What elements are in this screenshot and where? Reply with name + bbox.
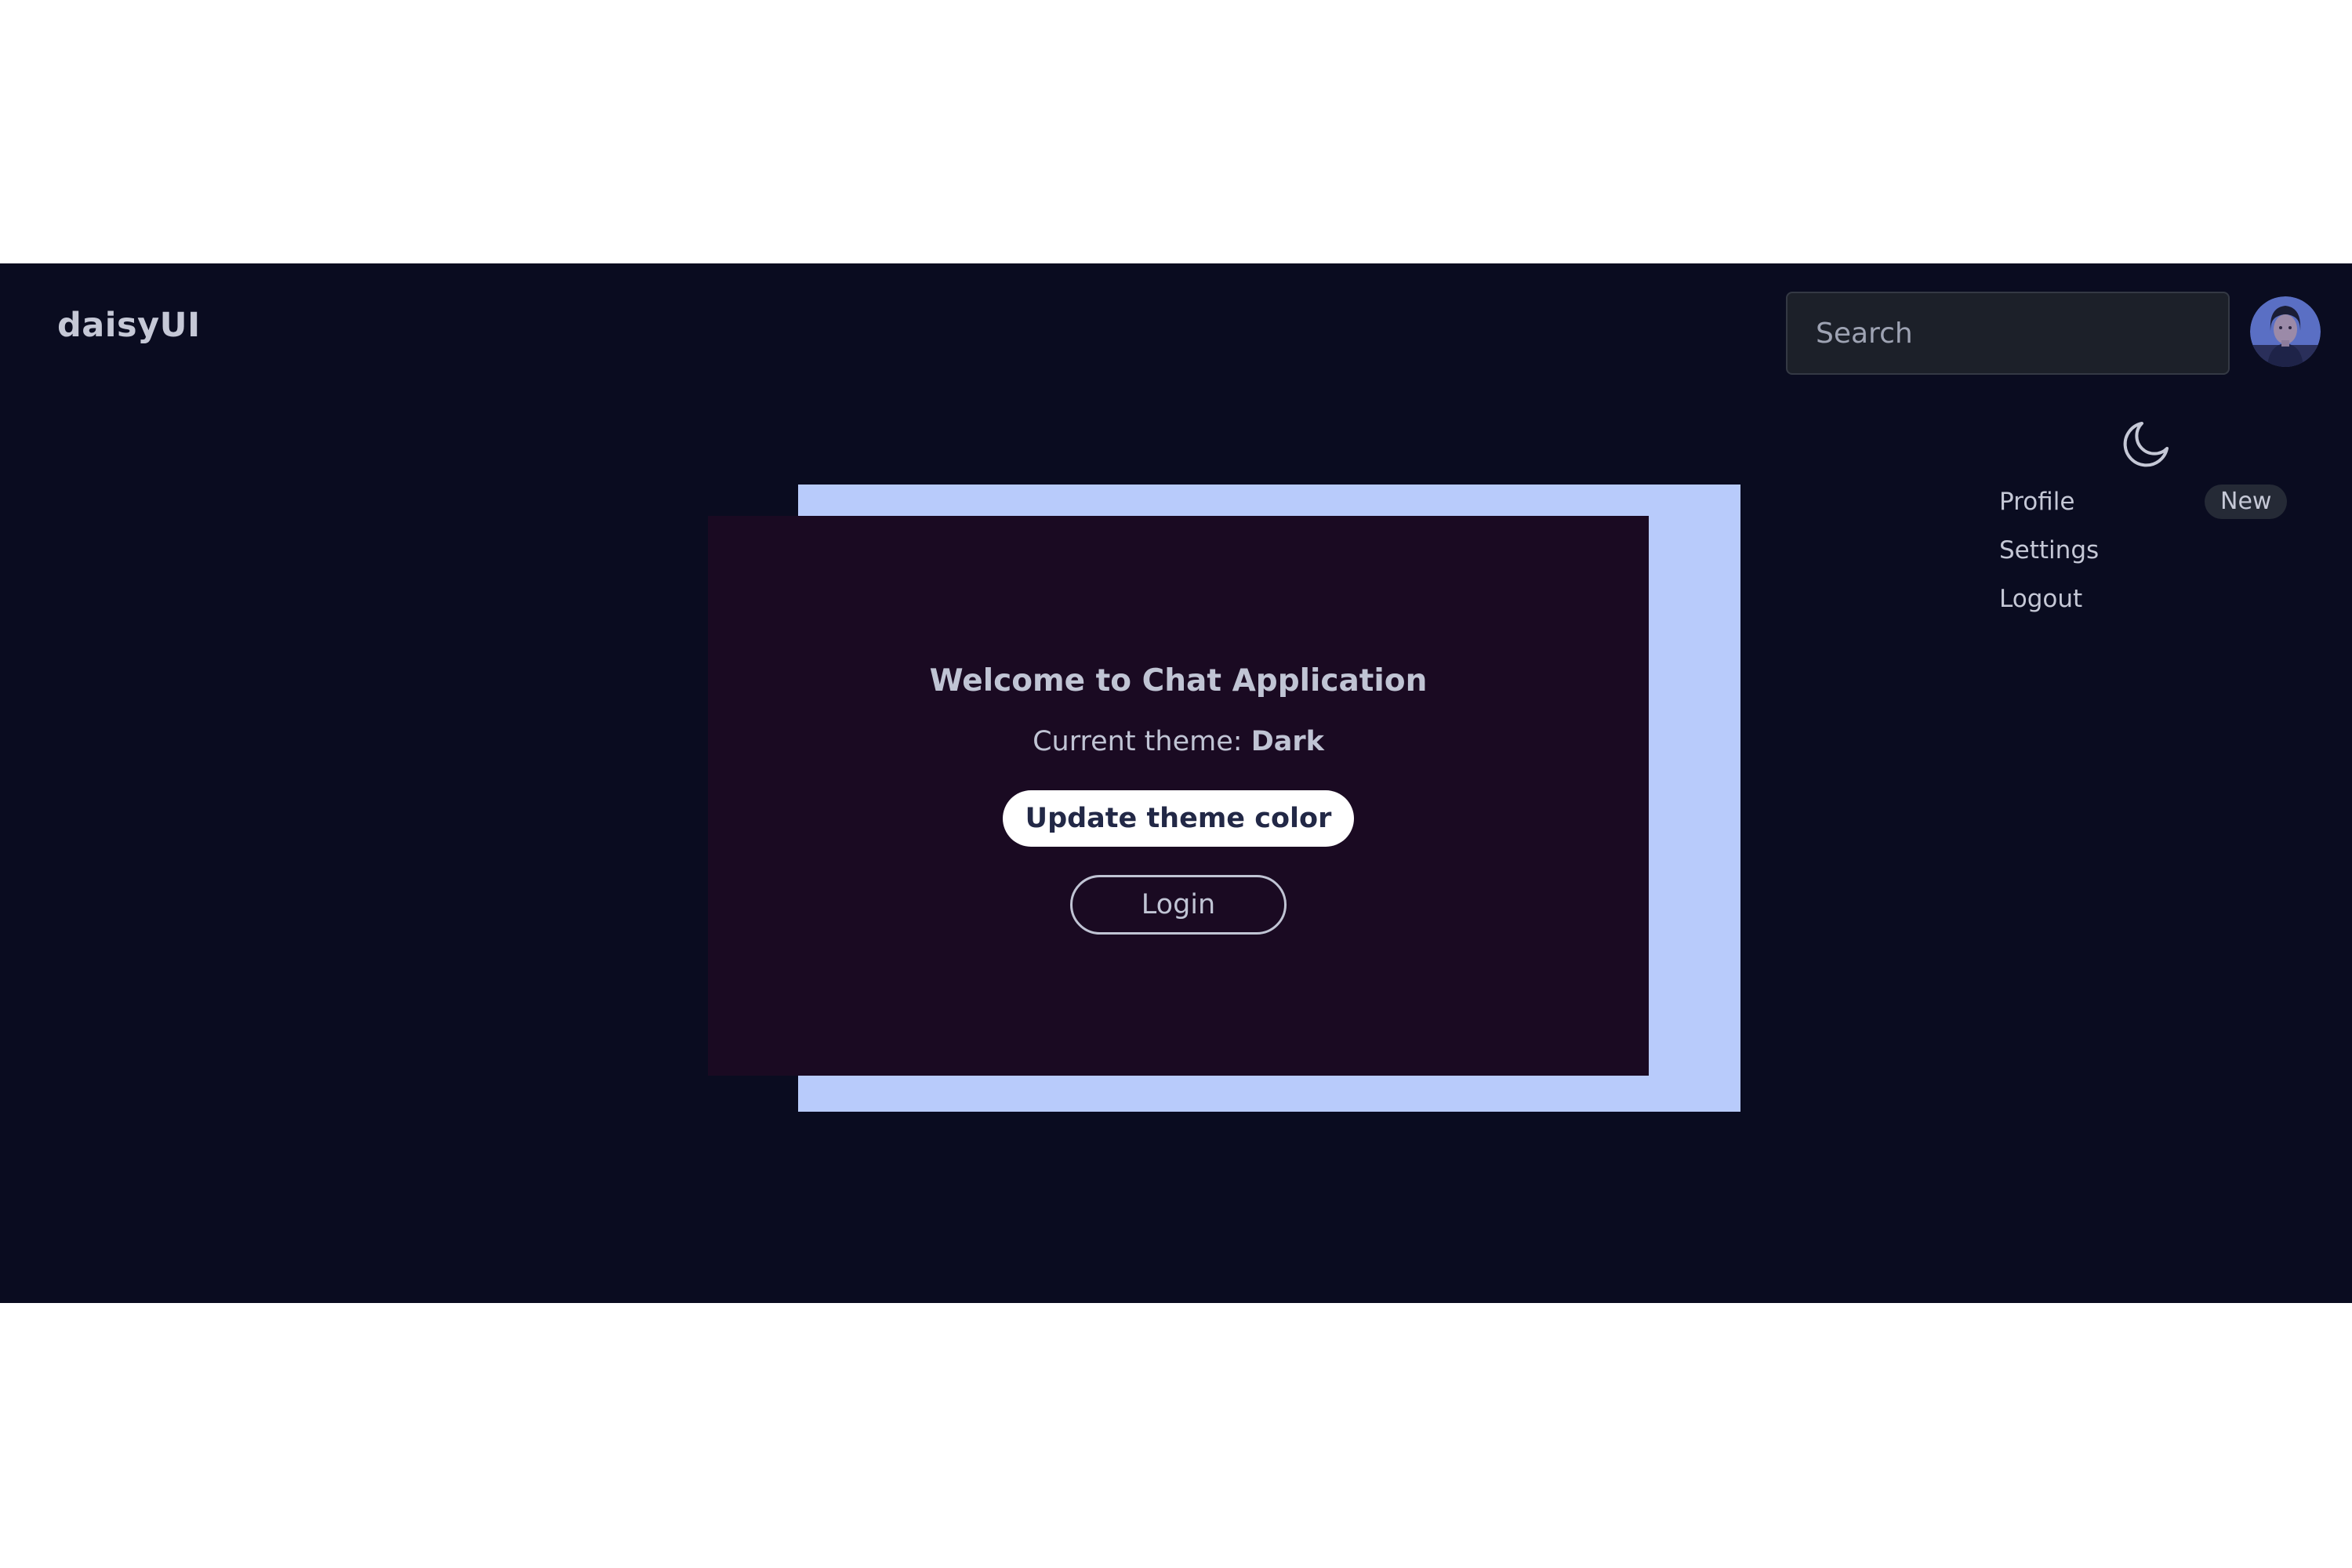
- menu-item-label: Settings: [1999, 536, 2100, 564]
- theme-prefix: Current theme:: [1033, 726, 1243, 757]
- avatar-image: [2250, 296, 2321, 367]
- theme-toggle-glyph: [2123, 422, 2169, 467]
- app-shell: daisyUI Profile New Settings Logout: [0, 263, 2352, 1303]
- moon-icon[interactable]: [2118, 417, 2173, 472]
- welcome-title: Welcome to Chat Application: [929, 663, 1428, 699]
- current-theme-text: Current theme: Dark: [708, 726, 1649, 757]
- menu-item-logout[interactable]: Logout: [1999, 582, 2297, 630]
- user-dropdown-menu: Profile New Settings Logout: [1999, 485, 2297, 630]
- login-button[interactable]: Login: [1070, 875, 1287, 935]
- menu-item-settings[interactable]: Settings: [1999, 533, 2297, 582]
- menu-item-label: Logout: [1999, 585, 2083, 613]
- search-input[interactable]: [1786, 292, 2230, 375]
- menu-item-profile[interactable]: Profile New: [1999, 485, 2297, 533]
- brand-logo[interactable]: daisyUI: [57, 306, 201, 345]
- theme-name: Dark: [1250, 726, 1324, 757]
- welcome-card: Welcome to Chat Application Current them…: [708, 516, 1649, 1076]
- new-badge: New: [2205, 485, 2288, 519]
- update-theme-button[interactable]: Update theme color: [1003, 790, 1354, 847]
- menu-item-label: Profile: [1999, 488, 2075, 516]
- user-avatar[interactable]: [2250, 296, 2321, 367]
